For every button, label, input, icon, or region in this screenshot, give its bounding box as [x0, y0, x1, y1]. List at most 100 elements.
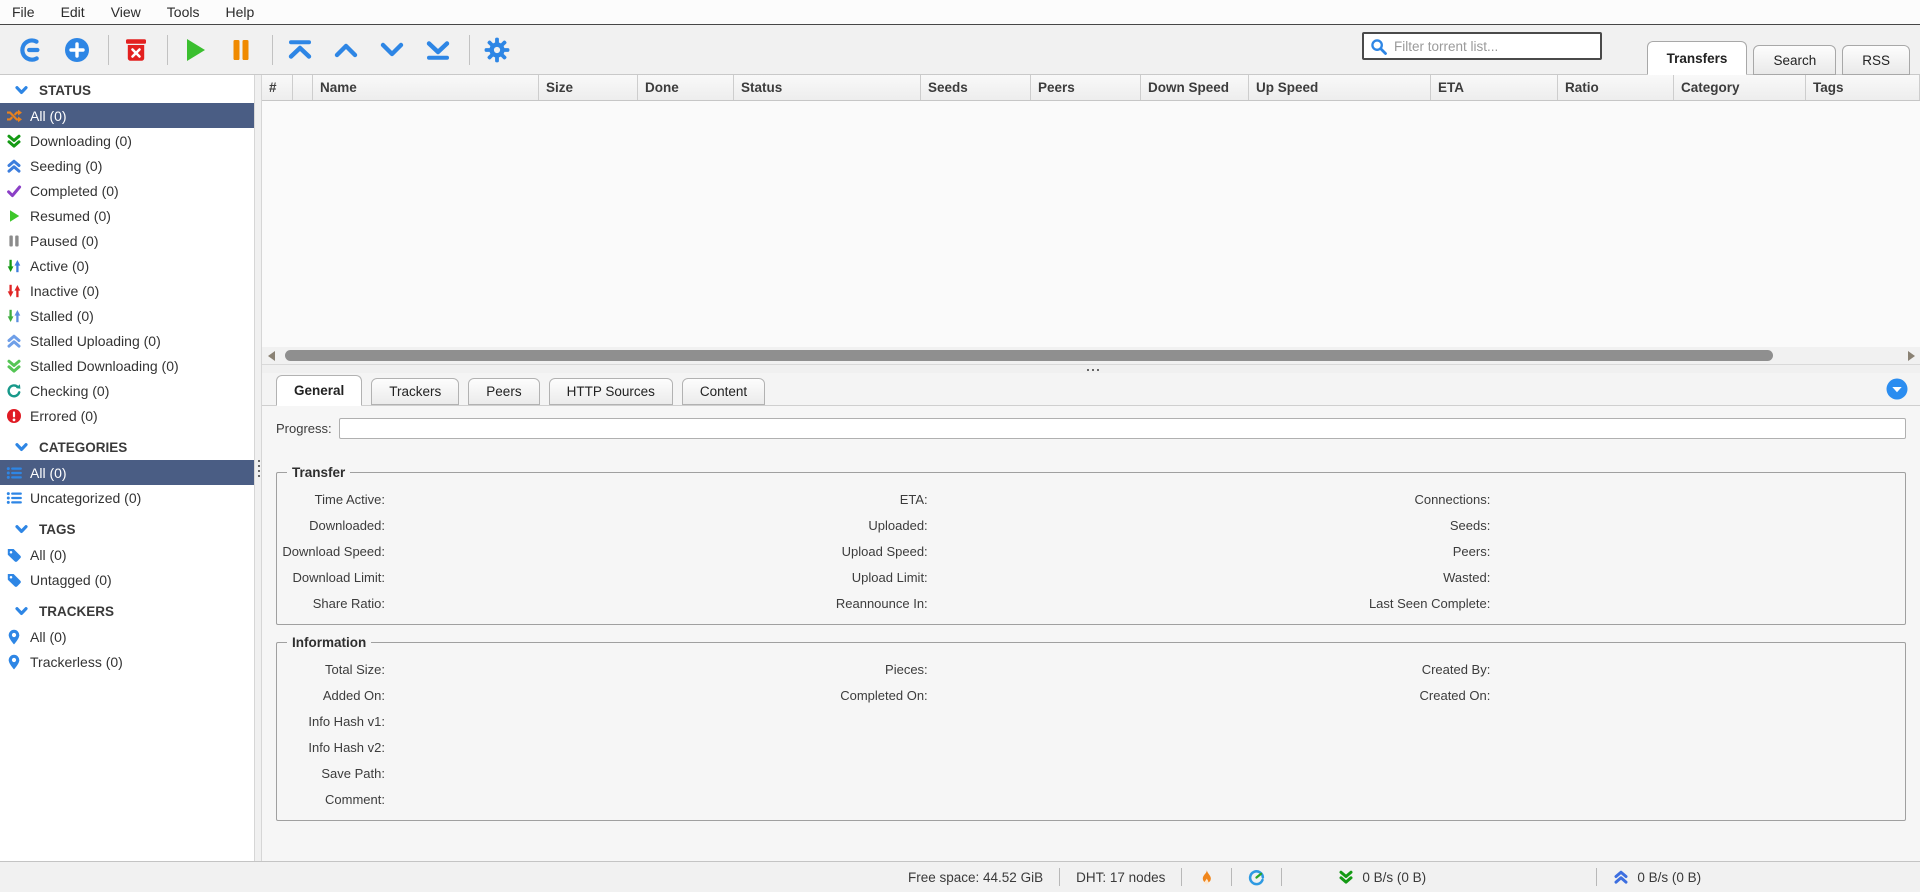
column-header-ratio[interactable]: Ratio	[1558, 75, 1674, 100]
sidebar-item-status-errored-0[interactable]: Errored (0)	[0, 403, 254, 428]
sidebar-item-status-paused-0[interactable]: Paused (0)	[0, 228, 254, 253]
scroll-left-button[interactable]	[262, 347, 280, 364]
column-header-tags[interactable]: Tags	[1806, 75, 1920, 100]
menu-view[interactable]: View	[111, 4, 141, 20]
tag-icon	[6, 547, 22, 563]
sidebar-item-tags-all-0[interactable]: All (0)	[0, 542, 254, 567]
field-label: Upload Speed:	[820, 544, 928, 559]
field-label: Created By:	[1362, 662, 1490, 677]
filter-input[interactable]	[1394, 39, 1594, 54]
field-upload-speed: Upload Speed:	[820, 544, 1363, 559]
top-tab-bar: TransfersSearchRSS	[1641, 41, 1910, 75]
field-row: Total Size:Pieces:Created By:	[277, 656, 1905, 682]
details-tab-content[interactable]: Content	[682, 378, 765, 405]
column-header-size[interactable]: Size	[539, 75, 638, 100]
add-torrent-file-button[interactable]	[62, 35, 92, 65]
column-header-eta[interactable]: ETA	[1431, 75, 1558, 100]
sidebar-section-tags[interactable]: TAGS	[0, 516, 254, 542]
add-torrent-link-button[interactable]	[16, 35, 46, 65]
tab-rss[interactable]: RSS	[1842, 45, 1910, 75]
sidebar-item-label: Active (0)	[30, 258, 89, 274]
details-tab-general[interactable]: General	[276, 375, 362, 406]
sidebar-section-status[interactable]: STATUS	[0, 77, 254, 103]
options-button[interactable]	[482, 35, 512, 65]
field-label: Time Active:	[277, 492, 385, 507]
field-info-hash-v1: Info Hash v1:	[277, 714, 820, 729]
sidebar-item-status-inactive-0[interactable]: Inactive (0)	[0, 278, 254, 303]
menu-tools[interactable]: Tools	[167, 4, 200, 20]
column-header-seeds[interactable]: Seeds	[921, 75, 1031, 100]
sidebar-item-status-seeding-0[interactable]: Seeding (0)	[0, 153, 254, 178]
column-header-[interactable]: #	[262, 75, 293, 100]
field-upload-limit: Upload Limit:	[820, 570, 1363, 585]
category-list-icon	[6, 490, 22, 506]
details-tab-http-sources[interactable]: HTTP Sources	[549, 378, 673, 405]
move-up-button[interactable]	[331, 35, 361, 65]
field-label: Share Ratio:	[277, 596, 385, 611]
field-row: Comment:	[277, 786, 1905, 812]
move-top-button[interactable]	[285, 35, 315, 65]
move-bottom-button[interactable]	[423, 35, 453, 65]
collapse-panel-icon[interactable]	[1886, 378, 1908, 400]
sidebar-item-label: Trackerless (0)	[30, 654, 123, 670]
sidebar-item-status-downloading-0[interactable]: Downloading (0)	[0, 128, 254, 153]
sidebar-item-label: All (0)	[30, 108, 67, 124]
column-header-peers[interactable]: Peers	[1031, 75, 1141, 100]
sidebar-splitter[interactable]	[254, 75, 262, 861]
field-time-active: Time Active:	[277, 492, 820, 507]
sidebar-item-categories-all-0[interactable]: All (0)	[0, 460, 254, 485]
field-uploaded: Uploaded:	[820, 518, 1363, 533]
sidebar-item-status-stalled-0[interactable]: Stalled (0)	[0, 303, 254, 328]
menu-help[interactable]: Help	[225, 4, 254, 20]
sidebar-item-trackers-trackerless-0[interactable]: Trackerless (0)	[0, 649, 254, 674]
sidebar-item-status-all-0[interactable]: All (0)	[0, 103, 254, 128]
column-header-up-speed[interactable]: Up Speed	[1249, 75, 1431, 100]
sidebar-item-status-checking-0[interactable]: Checking (0)	[0, 378, 254, 403]
speed-gauge-icon[interactable]	[1248, 869, 1265, 886]
details-splitter[interactable]	[262, 364, 1920, 373]
scroll-right-button[interactable]	[1902, 347, 1920, 364]
sidebar-item-status-active-0[interactable]: Active (0)	[0, 253, 254, 278]
torrent-list-empty	[262, 101, 1920, 347]
move-down-button[interactable]	[377, 35, 407, 65]
field-seeds: Seeds:	[1362, 518, 1905, 533]
arrows-up-down-icon	[6, 283, 22, 299]
sidebar-section-categories[interactable]: CATEGORIES	[0, 434, 254, 460]
alt-speed-flame-icon[interactable]	[1198, 869, 1215, 886]
sidebar-item-label: Stalled (0)	[30, 308, 94, 324]
tab-transfers[interactable]: Transfers	[1647, 41, 1748, 75]
menu-file[interactable]: File	[12, 4, 35, 20]
details-tab-trackers[interactable]: Trackers	[371, 378, 459, 405]
arrows-up-down-icon	[6, 308, 22, 324]
pause-button[interactable]	[226, 35, 256, 65]
upload-speed-label: 0 B/s (0 B)	[1637, 870, 1701, 885]
menu-edit[interactable]: Edit	[61, 4, 85, 20]
sidebar-section-trackers[interactable]: TRACKERS	[0, 598, 254, 624]
sidebar-item-status-completed-0[interactable]: Completed (0)	[0, 178, 254, 203]
sidebar-item-label: All (0)	[30, 547, 67, 563]
sidebar-item-tags-untagged-0[interactable]: Untagged (0)	[0, 567, 254, 592]
field-created-by: Created By:	[1362, 662, 1905, 677]
scrollbar-thumb[interactable]	[285, 350, 1773, 361]
sidebar-section-title: TAGS	[39, 522, 76, 537]
field-completed-on: Completed On:	[820, 688, 1363, 703]
sidebar-item-status-stalled-downloading-0[interactable]: Stalled Downloading (0)	[0, 353, 254, 378]
sidebar-item-status-resumed-0[interactable]: Resumed (0)	[0, 203, 254, 228]
column-header-name[interactable]: Name	[313, 75, 539, 100]
field-label: Uploaded:	[820, 518, 928, 533]
column-header-status[interactable]: Status	[734, 75, 921, 100]
details-tab-peers[interactable]: Peers	[468, 378, 539, 405]
sidebar-item-categories-uncategorized-0[interactable]: Uncategorized (0)	[0, 485, 254, 510]
sidebar-item-trackers-all-0[interactable]: All (0)	[0, 624, 254, 649]
column-header-done[interactable]: Done	[638, 75, 734, 100]
column-header-blank[interactable]	[293, 75, 313, 100]
sidebar-section-title: TRACKERS	[39, 604, 114, 619]
sidebar-item-status-stalled-uploading-0[interactable]: Stalled Uploading (0)	[0, 328, 254, 353]
tab-search[interactable]: Search	[1753, 45, 1836, 75]
statusbar-separator	[1059, 868, 1060, 886]
column-header-category[interactable]: Category	[1674, 75, 1806, 100]
column-header-down-speed[interactable]: Down Speed	[1141, 75, 1249, 100]
delete-button[interactable]	[121, 35, 151, 65]
sidebar-item-label: Stalled Uploading (0)	[30, 333, 161, 349]
resume-button[interactable]	[180, 35, 210, 65]
